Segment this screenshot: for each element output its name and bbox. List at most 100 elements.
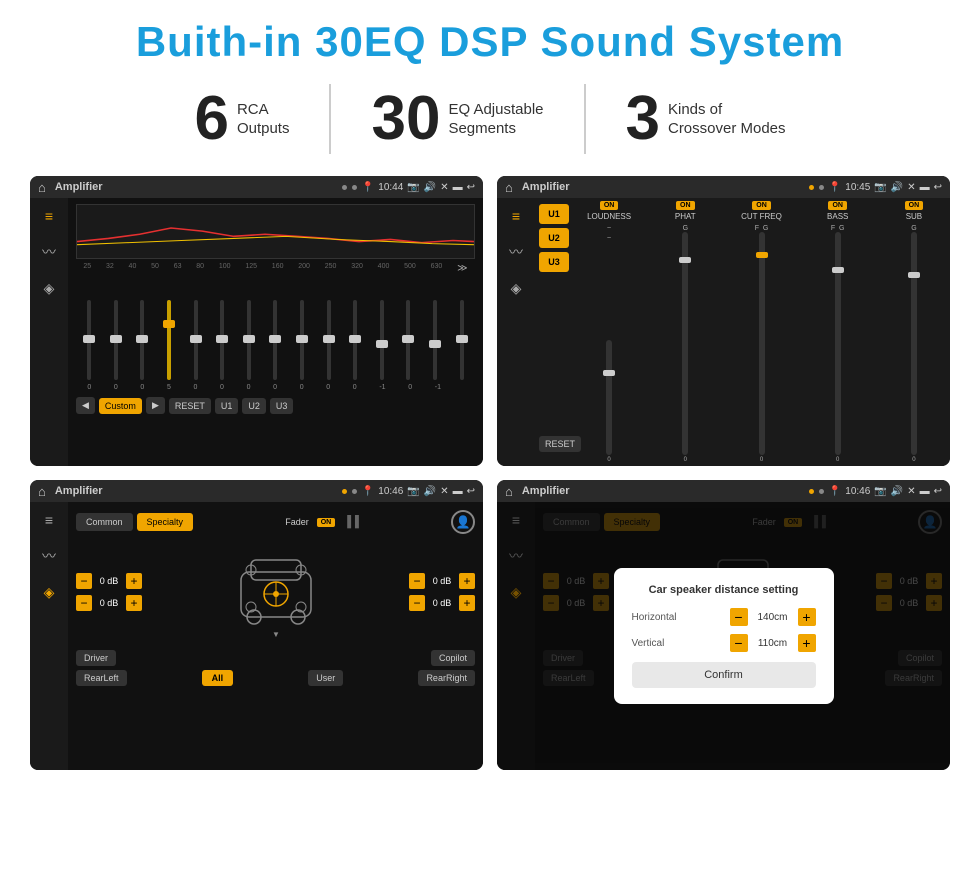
back-icon-1: ↩ — [467, 182, 475, 193]
u-buttons-col: U1 U2 U3 — [535, 198, 573, 466]
screen4-time: 10:46 — [845, 486, 870, 497]
eq-slider-6[interactable] — [220, 300, 224, 380]
stat-number-rca: 6 — [194, 88, 228, 150]
vertical-plus-btn[interactable]: + — [798, 634, 816, 652]
loudness-slider[interactable] — [606, 340, 612, 455]
speaker-icon[interactable]: ◈ — [44, 280, 55, 297]
phat-slider[interactable] — [682, 232, 688, 455]
eq-slider-4[interactable] — [167, 300, 171, 380]
screen3-status-bar: ⌂ Amplifier 📍 10:46 📷 🔊 ✕ ▬ ↩ — [30, 480, 483, 502]
stat-rca: 6 RCAOutputs — [154, 88, 329, 150]
db-minus-fl[interactable]: − — [76, 573, 92, 589]
horizontal-minus-btn[interactable]: − — [730, 608, 748, 626]
u2-btn[interactable]: U2 — [539, 228, 569, 248]
eq-slider-1[interactable] — [87, 300, 91, 380]
eq-slider-5[interactable] — [194, 300, 198, 380]
fader-label-3: Fader — [285, 517, 309, 527]
eq-slider-8[interactable] — [273, 300, 277, 380]
volume-icon-1: 🔊 — [424, 182, 436, 193]
u1-btn[interactable]: U1 — [539, 204, 569, 224]
rearleft-btn-3[interactable]: RearLeft — [76, 670, 127, 686]
eq-custom-btn[interactable]: Custom — [99, 398, 142, 414]
eq-u3-btn[interactable]: U3 — [270, 398, 294, 414]
stat-label-crossover: Kinds ofCrossover Modes — [668, 100, 786, 139]
eq-slider-11[interactable] — [353, 300, 357, 380]
rearright-btn-3[interactable]: RearRight — [418, 670, 475, 686]
screen1-status-icons: 📍 10:44 📷 🔊 ✕ ▬ ↩ — [362, 182, 475, 193]
volume-icon-4: 🔊 — [891, 486, 903, 497]
screen2-body: ≡ 〰 ◈ U1 U2 U3 ON LOUDNESS ~ — [497, 198, 950, 466]
eq-slider-2[interactable] — [114, 300, 118, 380]
eq-slider-10[interactable] — [327, 300, 331, 380]
wave-icon-2[interactable]: 〰 — [509, 242, 523, 262]
eq-icon-3[interactable]: ≡ — [45, 512, 53, 528]
screen2-app-name: Amplifier — [522, 181, 804, 193]
u3-btn[interactable]: U3 — [539, 252, 569, 272]
eq-graph — [76, 204, 475, 259]
db-minus-rl[interactable]: − — [76, 595, 92, 611]
screen2-status-bar: ⌂ Amplifier 📍 10:45 📷 🔊 ✕ ▬ ↩ — [497, 176, 950, 198]
speaker-icon-2[interactable]: ◈ — [511, 280, 522, 297]
camera-icon-4: 📷 — [874, 486, 886, 497]
eq-slider-12[interactable] — [380, 300, 384, 380]
sub-slider[interactable] — [911, 232, 917, 455]
location-icon-1: 📍 — [362, 182, 374, 193]
db-plus-fl[interactable]: + — [126, 573, 142, 589]
db-plus-rr[interactable]: + — [459, 595, 475, 611]
camera-icon-2: 📷 — [874, 182, 886, 193]
eq-icon[interactable]: ≡ — [45, 208, 53, 224]
car-svg: ▼ — [226, 542, 326, 642]
eq-slider-15[interactable] — [460, 300, 464, 380]
eq-slider-13[interactable] — [406, 300, 410, 380]
cutfreq-slider[interactable] — [759, 232, 765, 455]
eq-u1-btn[interactable]: U1 — [215, 398, 239, 414]
screen1-status-bar: ⌂ Amplifier 📍 10:44 📷 🔊 ✕ ▬ ↩ — [30, 176, 483, 198]
profile-icon-3[interactable]: 👤 — [451, 510, 475, 534]
bass-slider[interactable] — [835, 232, 841, 455]
eq-slider-14[interactable] — [433, 300, 437, 380]
eq-icon-2[interactable]: ≡ — [512, 208, 520, 224]
stat-label-eq: EQ AdjustableSegments — [448, 100, 543, 139]
db-plus-rl[interactable]: + — [126, 595, 142, 611]
crossover-channels: ON LOUDNESS ~ ~ 0 ON PHA — [573, 198, 950, 466]
eq-reset-btn[interactable]: RESET — [169, 398, 211, 414]
eq-slider-3[interactable] — [140, 300, 144, 380]
stat-eq: 30 EQ AdjustableSegments — [331, 88, 583, 150]
crossover-reset-btn[interactable]: RESET — [539, 436, 581, 452]
minimize-icon-3: ▬ — [453, 486, 463, 497]
wave-icon-3[interactable]: 〰 — [42, 546, 56, 566]
car-diagram-3: ▼ — [226, 542, 326, 642]
db-minus-rr[interactable]: − — [409, 595, 425, 611]
db-value-rl: 0 dB — [95, 598, 123, 608]
copilot-btn-3[interactable]: Copilot — [431, 650, 475, 666]
phat-on-badge: ON — [676, 201, 695, 210]
eq-prev-btn[interactable]: ◀ — [76, 397, 95, 414]
screens-grid: ⌂ Amplifier 📍 10:44 📷 🔊 ✕ ▬ ↩ ≡ 〰 — [30, 176, 950, 770]
speaker-icon-3[interactable]: ◈ — [44, 584, 55, 601]
sub-on-badge: ON — [905, 201, 924, 210]
cutfreq-on-badge: ON — [752, 201, 771, 210]
db-control-rr: − 0 dB + — [409, 595, 475, 611]
db-minus-fr[interactable]: − — [409, 573, 425, 589]
horizontal-plus-btn[interactable]: + — [798, 608, 816, 626]
horizontal-control: − 140cm + — [730, 608, 816, 626]
user-btn-3[interactable]: User — [308, 670, 343, 686]
stats-row: 6 RCAOutputs 30 EQ AdjustableSegments 3 … — [30, 84, 950, 154]
driver-btn-3[interactable]: Driver — [76, 650, 116, 666]
all-btn-3[interactable]: All — [202, 670, 234, 686]
db-plus-fr[interactable]: + — [459, 573, 475, 589]
status-dot-3b — [352, 489, 357, 494]
wave-icon[interactable]: 〰 — [42, 242, 56, 262]
channel-cutfreq: ON CUT FREQ F G 0 — [725, 198, 797, 466]
vertical-minus-btn[interactable]: − — [730, 634, 748, 652]
speaker-controls-left: − 0 dB + − 0 dB + — [76, 573, 142, 611]
confirm-button[interactable]: Confirm — [632, 662, 816, 688]
tab-specialty-3[interactable]: Specialty — [137, 513, 194, 531]
eq-next-btn[interactable]: ▶ — [146, 397, 165, 414]
eq-slider-7[interactable] — [247, 300, 251, 380]
bottom-labels-3: Driver Copilot — [76, 650, 475, 666]
tab-common-3[interactable]: Common — [76, 513, 133, 531]
eq-u2-btn[interactable]: U2 — [242, 398, 266, 414]
eq-slider-9[interactable] — [300, 300, 304, 380]
channel-bass: ON BASS F G 0 — [802, 198, 874, 466]
